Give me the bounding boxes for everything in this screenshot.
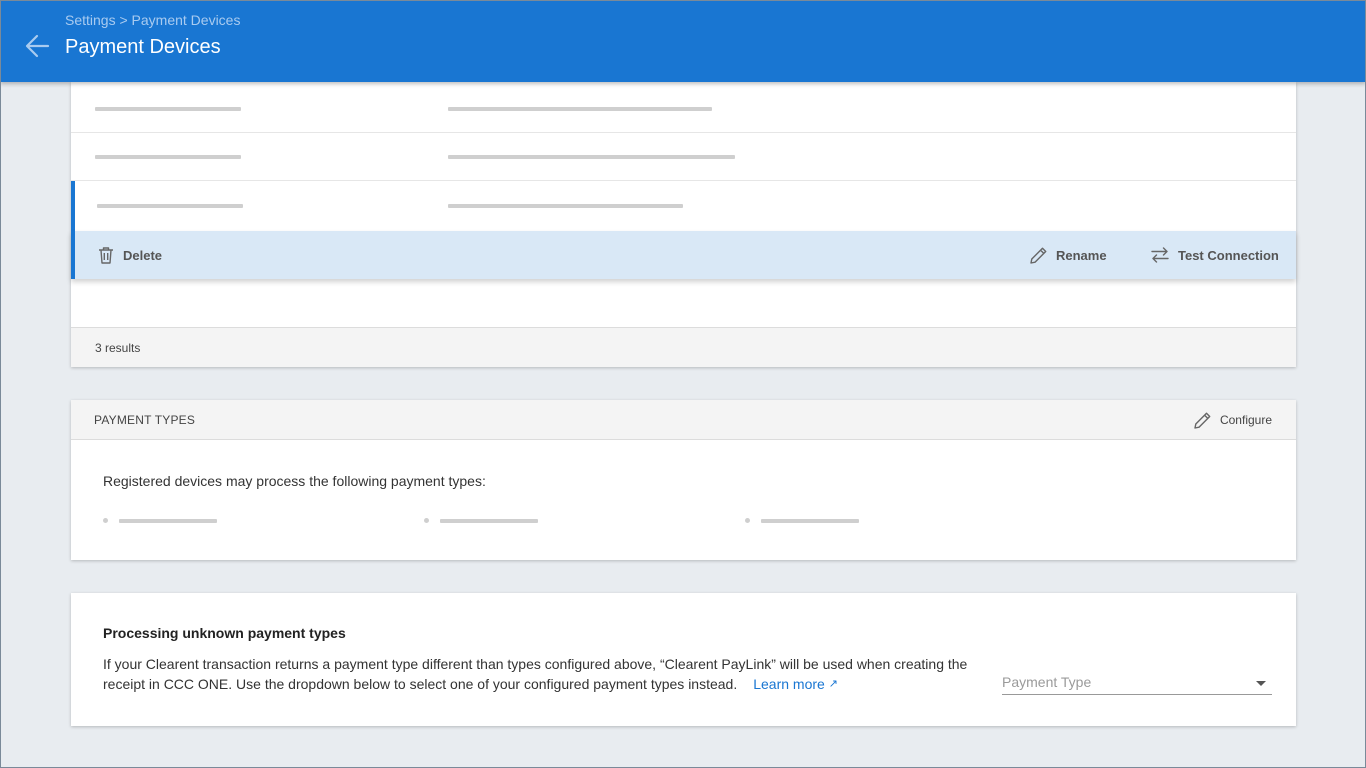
table-row[interactable] (71, 133, 1296, 181)
rename-label: Rename (1056, 247, 1107, 263)
learn-more-link[interactable]: Learn more ↗ (753, 676, 838, 692)
delete-button[interactable]: Delete (97, 231, 162, 279)
test-connection-button[interactable]: Test Connection (1150, 231, 1279, 279)
device-name-placeholder (95, 155, 241, 159)
payment-type-placeholder: Payment Type (1002, 674, 1092, 690)
page-title: Payment Devices (65, 36, 221, 58)
list-bullet (745, 518, 750, 523)
table-row[interactable] (71, 85, 1296, 133)
learn-more-label: Learn more (753, 676, 825, 692)
rename-button[interactable]: Rename (1029, 231, 1107, 279)
device-name-placeholder (97, 204, 243, 208)
device-name-placeholder (95, 107, 241, 111)
pencil-icon (1030, 247, 1047, 264)
delete-label: Delete (123, 247, 163, 263)
device-detail-placeholder (448, 107, 712, 111)
devices-table-card: Delete Rename Test Connection 3 results (71, 82, 1296, 367)
unknown-types-title: Processing unknown payment types (103, 625, 346, 641)
payment-type-select[interactable]: Payment Type (1002, 673, 1272, 695)
table-row-selected[interactable] (71, 181, 1296, 231)
back-button[interactable] (22, 31, 52, 61)
external-link-icon: ↗ (828, 678, 838, 690)
payment-type-placeholder (440, 519, 538, 523)
payment-type-placeholder (119, 519, 217, 523)
results-count: 3 results (95, 341, 141, 355)
row-actions-bar: Delete Rename Test Connection (71, 231, 1296, 279)
swap-arrows-icon (1151, 247, 1169, 263)
test-connection-label: Test Connection (1178, 247, 1279, 263)
list-bullet (424, 518, 429, 523)
payment-types-card: PAYMENT TYPES Configure Registered devic… (71, 400, 1296, 560)
breadcrumb[interactable]: Settings > Payment Devices (65, 12, 240, 28)
device-detail-placeholder (448, 204, 683, 208)
list-bullet (103, 518, 108, 523)
unknown-payment-types-card: Processing unknown payment types If your… (71, 593, 1296, 726)
arrow-left-icon (25, 34, 50, 58)
caret-down-icon (1256, 681, 1266, 686)
payment-type-placeholder (761, 519, 859, 523)
payment-types-description: Registered devices may process the follo… (103, 473, 486, 489)
results-footer: 3 results (71, 327, 1296, 367)
device-detail-placeholder (448, 155, 735, 159)
pencil-icon (1194, 412, 1211, 429)
configure-button[interactable]: Configure (1193, 400, 1272, 440)
configure-label: Configure (1219, 413, 1272, 427)
unknown-types-description: If your Clearent transaction returns a p… (103, 654, 983, 696)
payment-types-title: PAYMENT TYPES (94, 413, 196, 427)
payment-types-header: PAYMENT TYPES Configure (71, 400, 1296, 440)
app-header: Settings > Payment Devices Payment Devic… (0, 0, 1366, 82)
trash-icon (99, 247, 113, 264)
